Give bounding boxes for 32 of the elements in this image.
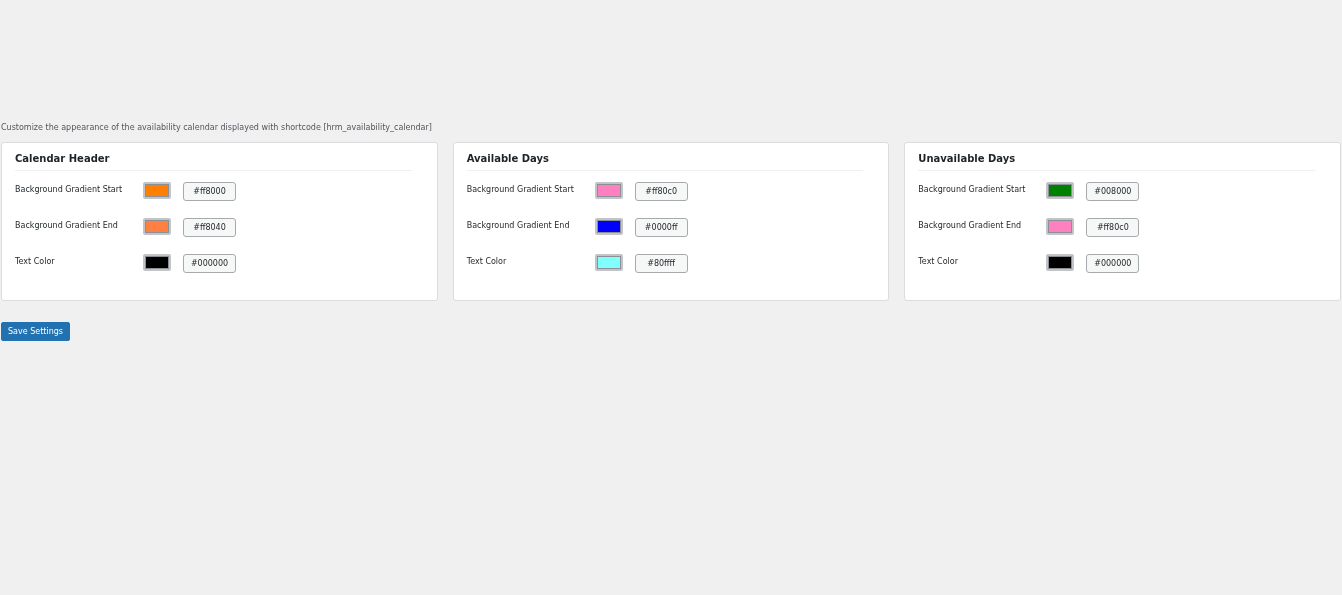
color-swatch[interactable]	[594, 218, 623, 235]
field-label: Background Gradient Start	[15, 185, 124, 194]
field-label: Background Gradient Start	[466, 185, 575, 194]
color-swatch[interactable]	[594, 182, 623, 199]
color-swatch[interactable]	[1046, 254, 1075, 271]
field-label: Background Gradient End	[15, 221, 119, 230]
hex-value-button[interactable]: #80ffff	[634, 254, 688, 273]
save-settings-button[interactable]: Save Settings	[1, 322, 70, 341]
hex-value-button[interactable]: #0000ff	[634, 218, 688, 237]
field-label: Background Gradient End	[466, 221, 571, 230]
hex-value-button[interactable]: #ff8000	[183, 182, 236, 201]
color-swatch[interactable]	[143, 218, 171, 235]
field-label: Background Gradient End	[918, 221, 1023, 230]
card-title: Unavailable Days	[918, 153, 1315, 171]
hex-value-button[interactable]: #ff8040	[183, 218, 236, 237]
color-swatch[interactable]	[1046, 218, 1075, 235]
color-swatch[interactable]	[143, 254, 171, 271]
hex-value-button[interactable]: #008000	[1086, 182, 1140, 201]
hex-value-button[interactable]: #000000	[1086, 254, 1140, 273]
hex-value-button[interactable]: #000000	[183, 254, 236, 273]
field-label: Text Color	[466, 257, 508, 266]
color-swatch[interactable]	[594, 254, 623, 271]
card-title: Available Days	[466, 153, 864, 171]
description-text: Customize the appearance of the availability calendar displayed with shortcode [hrm_availability_calendar]	[1, 123, 433, 132]
field-label: Text Color	[15, 257, 56, 266]
color-swatch[interactable]	[143, 182, 171, 199]
hex-value-button[interactable]: #ff80c0	[1086, 218, 1140, 237]
hex-value-button[interactable]: #ff80c0	[634, 182, 688, 201]
field-label: Background Gradient Start	[918, 185, 1027, 194]
color-swatch[interactable]	[1046, 182, 1075, 199]
card-title: Calendar Header	[15, 153, 412, 171]
field-label: Text Color	[918, 257, 959, 266]
